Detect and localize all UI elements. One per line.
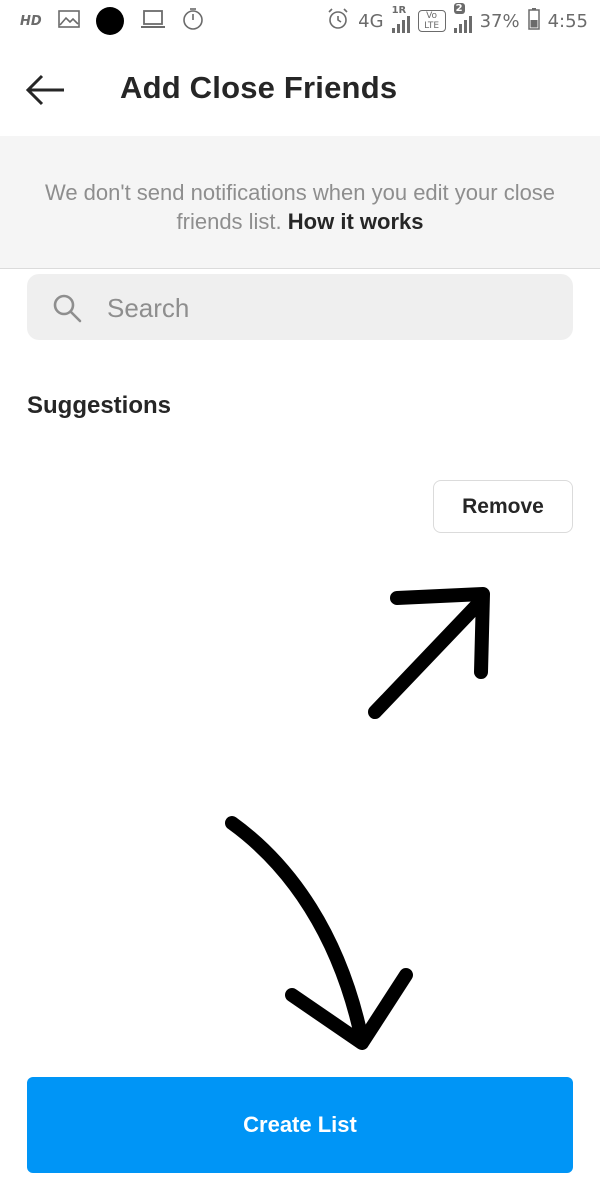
status-bar-right: 4G 1R Vo LTE 2 37% 4:55 [326,3,588,36]
how-it-works-link[interactable]: How it works [288,209,424,234]
search-bar[interactable] [27,274,573,340]
alarm-icon [326,7,350,36]
app-header: Add Close Friends [0,44,600,136]
gallery-icon [57,10,80,32]
sim2-badge: 2 [453,3,465,14]
arrow-left-icon [25,74,64,106]
timer-icon [182,7,204,35]
laptop-icon [140,9,166,33]
annotation-arrow-down-icon [225,816,413,1050]
volte-icon: Vo LTE [417,10,446,32]
battery-icon [527,7,540,35]
hd-indicator: HD [20,13,42,29]
status-bar-left: HD [20,6,204,36]
notification-dot-icon [95,7,124,35]
back-button[interactable] [22,70,70,110]
annotation-arrow-up-right-icon [368,587,490,719]
search-icon [53,294,82,323]
sim1-label: 1R [391,5,407,16]
suggestions-heading: Suggestions [27,392,172,419]
network-type-label: 4G [358,10,384,32]
status-bar: HD 4G 1R Vo LTE 2 37% 4:55 [0,0,600,44]
notice-banner: We don't send notifications when you edi… [0,136,600,269]
sim1-signal-icon: 1R [391,5,410,33]
search-input[interactable] [105,284,549,332]
sim2-signal-icon: 2 [453,3,472,33]
remove-button[interactable]: Remove [433,480,573,533]
clock-time: 4:55 [547,10,588,32]
battery-percent: 37% [479,10,520,32]
create-list-button[interactable]: Create List [27,1077,573,1173]
notice-text-block: We don't send notifications when you edi… [40,178,560,236]
page-title: Add Close Friends [120,70,398,105]
